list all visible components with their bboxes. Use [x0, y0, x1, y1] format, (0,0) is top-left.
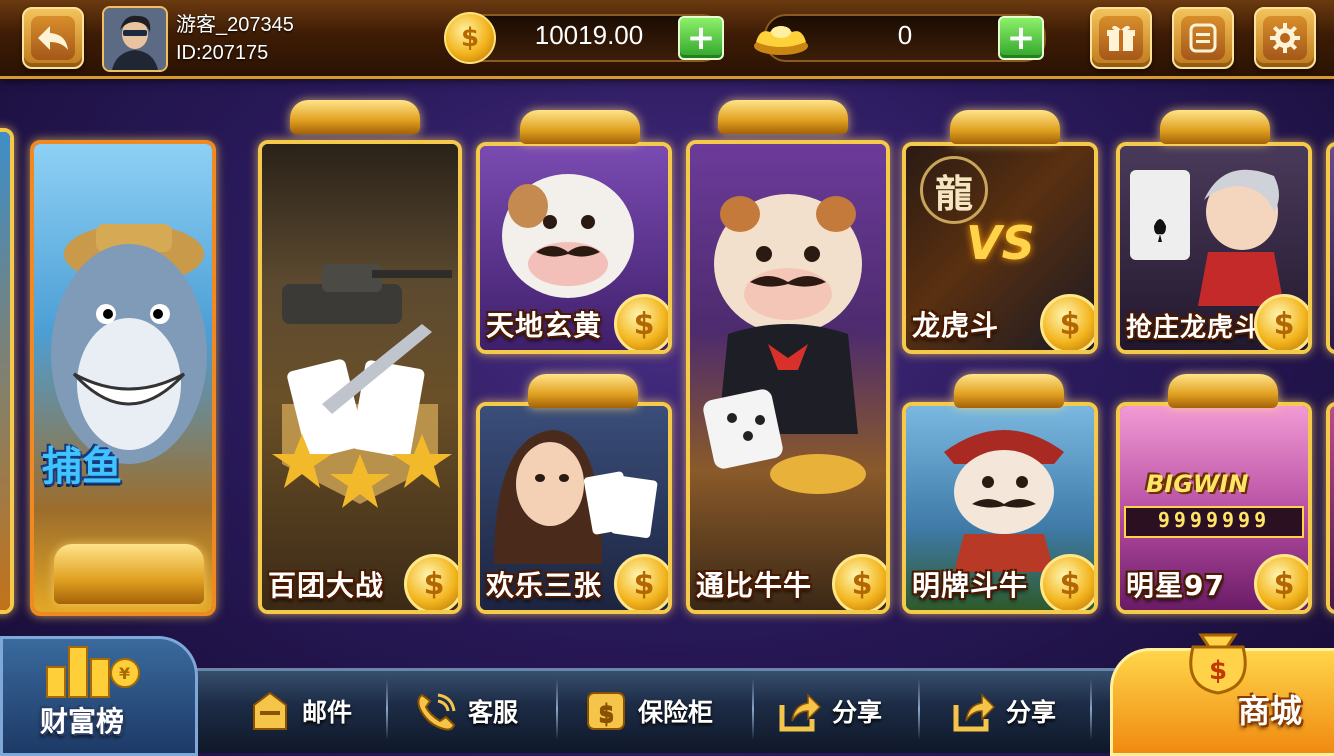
game-card-longhu[interactable]: 龍 VS 龙虎斗 $: [902, 142, 1098, 354]
pirate-cow-icon: [944, 430, 1064, 572]
divider: [752, 678, 754, 740]
coin-pile: [54, 544, 204, 604]
game-label: 百团大战: [268, 569, 385, 602]
gear-icon: [1263, 16, 1307, 60]
gold-decoration: [950, 110, 1060, 144]
share-button-2[interactable]: 分享: [950, 676, 1056, 746]
game-card-huanle[interactable]: 欢乐三张 $: [476, 402, 672, 614]
gift-icon: [1099, 16, 1143, 60]
wealth-rank-label[interactable]: 财富榜: [40, 700, 124, 740]
back-button[interactable]: [22, 7, 84, 69]
game-label: 天地玄黄: [486, 309, 603, 342]
player-id: ID:207175: [176, 42, 269, 64]
svg-text:$: $: [598, 699, 615, 727]
gold-decoration: [528, 374, 638, 408]
gold-decoration: [718, 100, 848, 134]
divider: [1090, 678, 1092, 740]
player-name: 游客_207345: [176, 14, 294, 36]
coin-badge-icon: $: [614, 554, 668, 610]
game-card-partial-left[interactable]: [0, 128, 14, 614]
add-ingot-button[interactable]: +: [998, 16, 1044, 60]
share-label: 分享: [1006, 698, 1057, 727]
gold-decoration: [290, 100, 420, 134]
cow-mascot-icon: [502, 174, 634, 298]
game-card-tongbi[interactable]: 通比牛牛 $: [686, 140, 890, 614]
gold-ingot-icon: [754, 26, 808, 55]
gift-button[interactable]: [1090, 7, 1152, 69]
safe-icon: $: [582, 687, 630, 735]
game-card-mingxing97[interactable]: BIGWIN 9999999 明星97 $: [1116, 402, 1312, 614]
cow-with-dice-art: [703, 194, 866, 494]
game-card-partial-right-lower[interactable]: [1326, 402, 1334, 614]
gold-decoration: [1160, 110, 1270, 144]
share-icon: [776, 687, 824, 735]
share-icon: [950, 687, 998, 735]
coin-badge-icon: $: [404, 554, 458, 610]
share-label: 分享: [832, 698, 883, 727]
game-label: 龙虎斗: [912, 309, 1000, 342]
jackpot-digits: 9999999: [1124, 506, 1304, 538]
dragon-character-badge: 龍: [920, 156, 988, 224]
game-card-partial-right[interactable]: [1326, 142, 1334, 354]
svg-text:$: $: [1209, 656, 1227, 686]
settings-button[interactable]: [1254, 7, 1316, 69]
mail-button[interactable]: 邮件: [246, 676, 352, 746]
gold-decoration: [1168, 374, 1278, 408]
game-label: 明牌斗牛: [912, 569, 1029, 602]
avatar[interactable]: [102, 6, 168, 72]
bigwin-text: BIGWIN: [1146, 470, 1249, 498]
coin-badge-icon: $: [1254, 554, 1308, 610]
customer-service-button[interactable]: 客服: [412, 676, 518, 746]
svg-text:¥: ¥: [119, 664, 130, 683]
game-card-baituan[interactable]: 百团大战 $: [258, 140, 462, 614]
coin-badge-icon: $: [1040, 554, 1094, 610]
add-gold-button[interactable]: +: [678, 16, 724, 60]
divider: [556, 678, 558, 740]
coin-badge-icon: $: [1040, 294, 1094, 350]
menu-button[interactable]: [1172, 7, 1234, 69]
game-card-mingpai[interactable]: 明牌斗牛 $: [902, 402, 1098, 614]
back-arrow-icon: [31, 16, 75, 60]
safe-box-button[interactable]: $ 保险柜: [582, 676, 713, 746]
game-label: 明星97: [1126, 569, 1225, 602]
game-label: 通比牛牛: [696, 569, 813, 602]
customer-service-label: 客服: [468, 698, 519, 727]
hostess-and-cards-art: [494, 430, 658, 564]
phone-icon: [412, 687, 460, 735]
fishing-logo: 捕鱼: [42, 444, 122, 490]
game-card-fishing[interactable]: 捕鱼: [30, 140, 216, 616]
game-label: 抢庄龙虎斗: [1126, 313, 1262, 343]
gold-coin-icon: $: [444, 12, 496, 64]
divider: [918, 678, 920, 740]
vs-graphic: VS: [966, 216, 1035, 270]
coin-badge-icon: $: [614, 294, 668, 350]
bar-chart-icon: ¥: [46, 646, 140, 698]
game-card-qiangzhuang[interactable]: 抢庄龙虎斗 $: [1116, 142, 1312, 354]
game-card-tiandi[interactable]: 天地玄黄 $: [476, 142, 672, 354]
divider: [386, 678, 388, 740]
gold-decoration: [520, 110, 640, 144]
coin-badge-icon: $: [1254, 294, 1308, 350]
mail-label: 邮件: [302, 698, 353, 727]
king-card-and-magician-art: [1130, 169, 1284, 306]
gold-balance: 10019.00: [534, 20, 644, 50]
tank-and-cards-art: [272, 264, 452, 508]
share-button-1[interactable]: 分享: [776, 676, 882, 746]
ingot-balance: 0: [897, 20, 913, 50]
game-label: 欢乐三张: [486, 569, 603, 602]
safe-box-label: 保险柜: [638, 698, 714, 727]
mail-icon: [246, 687, 294, 735]
gold-decoration: [954, 374, 1064, 408]
mall-label[interactable]: 商城: [1238, 686, 1302, 732]
coin-badge-icon: $: [832, 554, 886, 610]
list-icon: [1181, 16, 1225, 60]
